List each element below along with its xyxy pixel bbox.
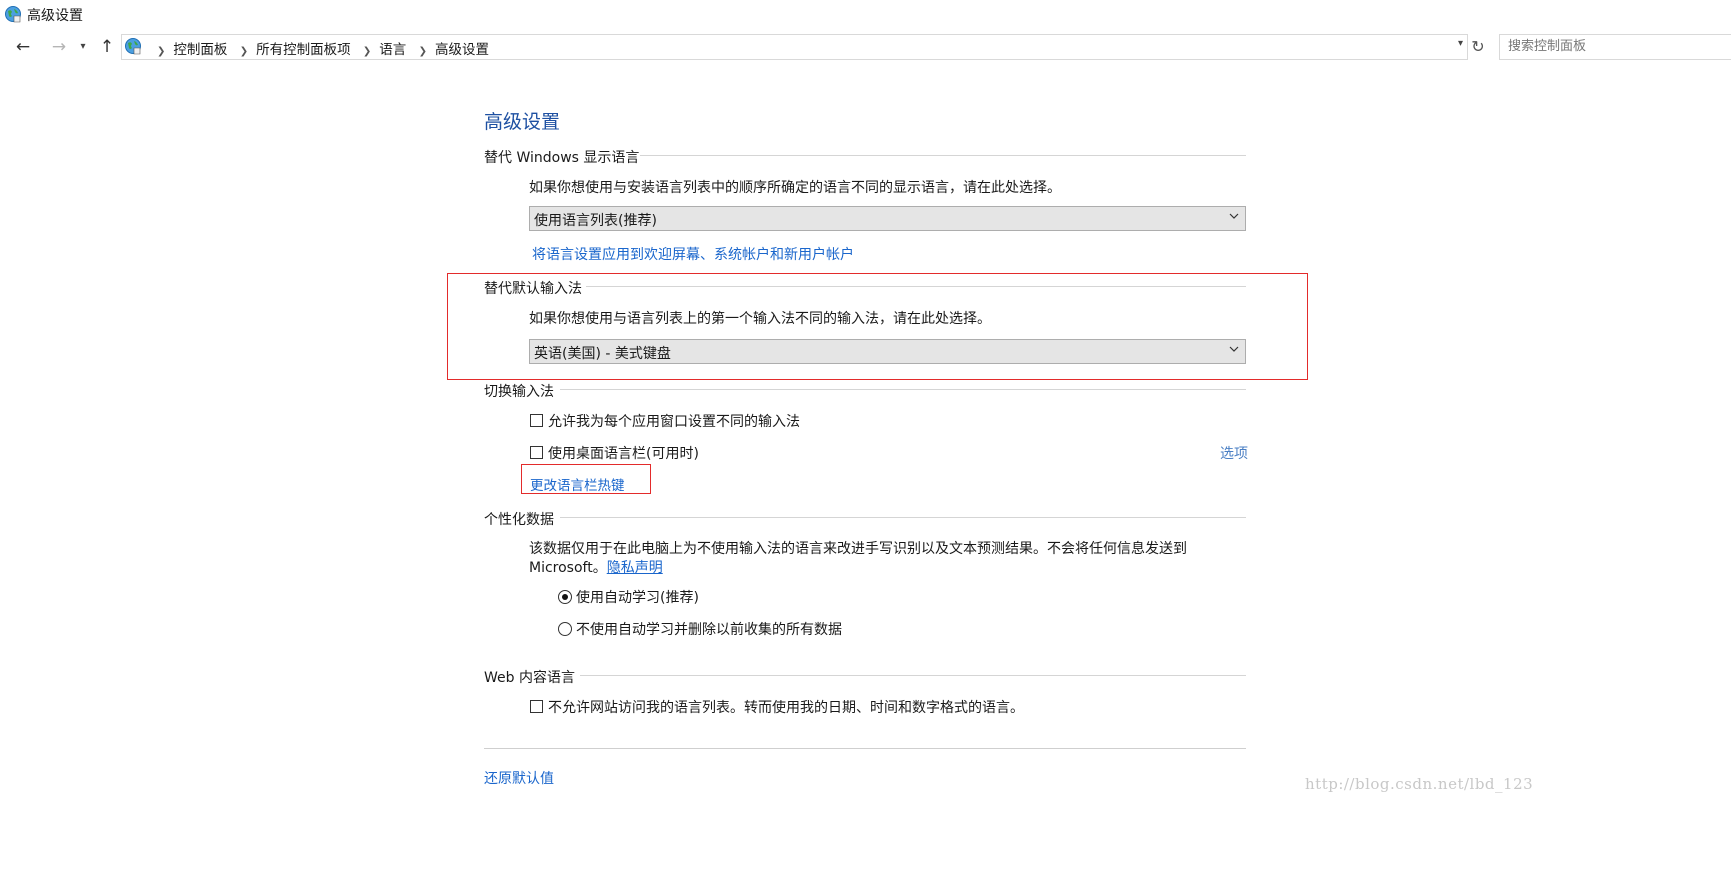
section-divider: [560, 389, 1246, 390]
section-heading-display-language: 替代 Windows 显示语言: [484, 150, 640, 166]
restore-defaults-link[interactable]: 还原默认值: [484, 768, 554, 788]
change-hotkeys-link[interactable]: 更改语言栏热键: [530, 474, 625, 494]
apply-language-settings-link[interactable]: 将语言设置应用到欢迎屏幕、系统帐户和新用户帐户: [532, 244, 854, 264]
watermark-text: http://blog.csdn.net/lbd_123: [1305, 775, 1534, 793]
per-app-input-checkbox[interactable]: [530, 414, 543, 427]
default-input-description: 如果你想使用与语言列表上的第一个输入法不同的输入法，请在此处选择。: [529, 311, 991, 327]
language-bar-options-link[interactable]: 选项: [1220, 443, 1248, 463]
personalization-description-line2: Microsoft。隐私声明: [529, 557, 663, 577]
auto-learning-radio[interactable]: [558, 590, 572, 604]
auto-learning-label[interactable]: 使用自动学习(推荐): [576, 587, 699, 607]
personalization-description-tail: Microsoft。: [529, 560, 607, 576]
web-language-checkbox[interactable]: [530, 700, 543, 713]
web-language-label[interactable]: 不允许网站访问我的语言列表。转而使用我的日期、时间和数字格式的语言。: [548, 697, 1024, 717]
footer-divider: [484, 748, 1246, 749]
personalization-description: 该数据仅用于在此电脑上为不使用输入法的语言来改进手写识别以及文本预测结果。不会将…: [529, 541, 1187, 557]
display-language-select[interactable]: 使用语言列表(推荐): [529, 206, 1246, 231]
language-bar-label[interactable]: 使用桌面语言栏(可用时): [548, 443, 699, 463]
advanced-settings-panel: 高级设置 替代 Windows 显示语言 如果你想使用与安装语言列表中的顺序所确…: [0, 0, 1731, 888]
section-heading-default-input: 替代默认输入法: [484, 281, 582, 297]
section-heading-personalization: 个性化数据: [484, 512, 554, 528]
chevron-down-icon: [1229, 346, 1239, 352]
section-heading-web-language: Web 内容语言: [484, 670, 575, 686]
display-language-description: 如果你想使用与安装语言列表中的顺序所确定的语言不同的显示语言，请在此处选择。: [529, 180, 1061, 196]
section-heading-switch-input: 切换输入法: [484, 384, 554, 400]
section-divider: [560, 517, 1246, 518]
section-divider: [640, 155, 1246, 156]
display-language-selected-value: 使用语言列表(推荐): [534, 213, 657, 229]
section-divider: [586, 286, 1246, 287]
no-auto-learning-label[interactable]: 不使用自动学习并删除以前收集的所有数据: [576, 619, 842, 639]
per-app-input-label[interactable]: 允许我为每个应用窗口设置不同的输入法: [548, 411, 800, 431]
chevron-down-icon: [1229, 213, 1239, 219]
section-divider: [580, 675, 1246, 676]
no-auto-learning-radio[interactable]: [558, 622, 572, 636]
default-input-select[interactable]: 英语(美国) - 美式键盘: [529, 339, 1246, 364]
language-bar-checkbox[interactable]: [530, 446, 543, 459]
page-title: 高级设置: [484, 111, 561, 133]
default-input-selected-value: 英语(美国) - 美式键盘: [534, 346, 671, 362]
privacy-statement-link[interactable]: 隐私声明: [607, 560, 663, 576]
